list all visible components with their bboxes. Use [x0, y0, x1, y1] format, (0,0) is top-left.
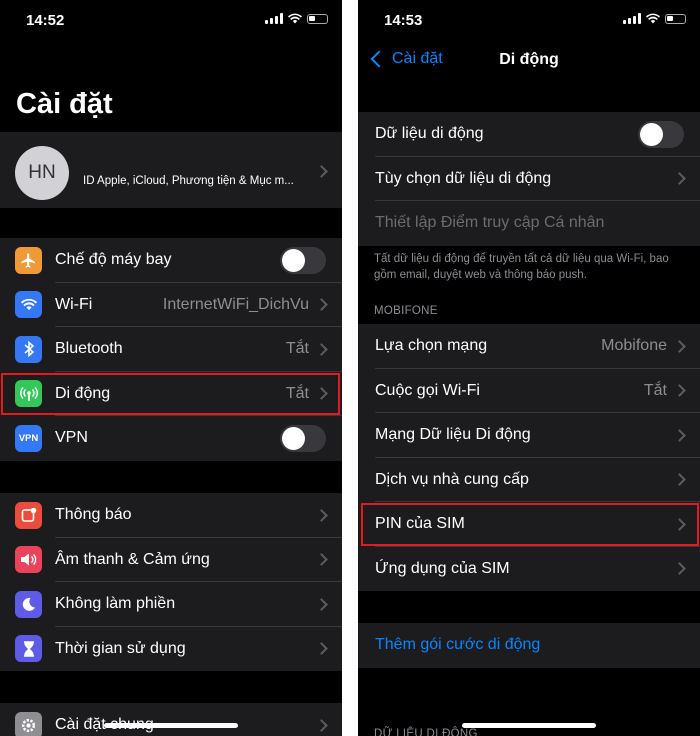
add-cellular-plan-link[interactable]: Thêm gói cước di động: [375, 636, 540, 654]
row-value: Mobifone: [601, 337, 667, 355]
settings-screen: 14:52 Cài đặt HN ID Apple, iCloud, Phươn…: [0, 0, 342, 736]
chevron-right-icon: [315, 553, 328, 567]
nav-title: Di động: [499, 51, 559, 68]
status-bar: 14:52: [0, 0, 342, 42]
vpn-icon: VPN: [15, 424, 42, 452]
row-label: Thông báo: [55, 506, 132, 524]
chevron-right-icon: [673, 384, 686, 398]
row-notifications[interactable]: Thông báo: [0, 493, 342, 538]
chevron-right-icon: [673, 428, 686, 442]
row-cellular-data[interactable]: Dữ liệu di động: [358, 112, 700, 157]
row-cellular-data-options[interactable]: Tùy chọn dữ liệu di động: [358, 157, 700, 201]
row-vpn[interactable]: VPN VPN: [0, 416, 342, 461]
add-plan-group: Thêm gói cước di động: [358, 623, 700, 668]
row-general[interactable]: Cài đặt chung: [0, 703, 342, 736]
profile-subtitle: ID Apple, iCloud, Phương tiện & Mục m...: [83, 175, 294, 187]
cellular-screen: 14:53 Cài đặt Di động Dữ liệu di động Tù…: [358, 0, 700, 736]
gear-icon: [15, 711, 42, 736]
row-label: Lựa chọn mạng: [375, 337, 488, 355]
row-sim-applications[interactable]: Ứng dụng của SIM: [358, 547, 700, 592]
chevron-right-icon: [315, 298, 328, 312]
row-value: Tắt: [285, 340, 309, 358]
highlight-box: [361, 503, 699, 546]
row-airplane-mode[interactable]: Chế độ máy bay: [0, 238, 342, 283]
speaker-icon: [15, 546, 42, 574]
wifi-icon: [15, 291, 42, 319]
row-label: Tùy chọn dữ liệu di động: [375, 169, 552, 187]
row-label: VPN: [55, 429, 88, 447]
row-label: Cuộc gọi Wi-Fi: [375, 381, 480, 399]
battery-icon: [665, 13, 686, 24]
bluetooth-icon: [15, 335, 42, 363]
chevron-right-icon: [673, 339, 686, 353]
signal-icon: [623, 13, 641, 24]
chevron-right-icon: [315, 718, 328, 732]
chevron-right-icon: [315, 642, 328, 656]
row-value: InternetWiFi_DichVu: [162, 295, 309, 313]
vpn-toggle[interactable]: [280, 424, 326, 452]
row-label: Dịch vụ nhà cung cấp: [375, 470, 529, 488]
page-title: Cài đặt: [16, 88, 113, 120]
chevron-right-icon: [315, 342, 328, 356]
airplane-toggle[interactable]: [280, 246, 326, 274]
row-do-not-disturb[interactable]: Không làm phiền: [0, 582, 342, 627]
cellular-footer-note: Tất dữ liệu di động để truyền tất cả dữ …: [374, 253, 669, 281]
moon-icon: [15, 590, 42, 618]
home-indicator: [462, 723, 596, 728]
row-label: Mạng Dữ liệu Di động: [375, 426, 531, 444]
row-value: Tắt: [643, 381, 667, 399]
chevron-right-icon: [673, 473, 686, 487]
status-time: 14:52: [26, 12, 65, 29]
row-label: Wi-Fi: [55, 295, 93, 313]
row-add-cellular-plan[interactable]: Thêm gói cước di động: [358, 623, 700, 668]
general-group: Cài đặt chung: [0, 703, 342, 736]
section-header: MOBIFONE: [374, 305, 438, 317]
chevron-right-icon: [315, 508, 328, 522]
row-label: Bluetooth: [55, 340, 123, 358]
row-label: Ứng dụng của SIM: [375, 559, 510, 577]
status-bar: 14:53: [358, 0, 700, 42]
home-indicator: [104, 723, 238, 728]
signal-icon: [265, 13, 283, 24]
row-label: Dữ liệu di động: [375, 125, 484, 143]
row-cellular-data-network[interactable]: Mạng Dữ liệu Di động: [358, 413, 700, 458]
row-personal-hotspot: Thiết lập Điểm truy cập Cá nhân: [358, 201, 700, 246]
status-time: 14:53: [384, 12, 423, 29]
wifi-status-icon: [288, 13, 302, 24]
cellular-data-toggle[interactable]: [638, 120, 684, 148]
chevron-right-icon: [315, 165, 328, 178]
profile-row[interactable]: HN ID Apple, iCloud, Phương tiện & Mục m…: [0, 132, 342, 208]
highlight-box: [1, 373, 340, 415]
row-sounds[interactable]: Âm thanh & Cảm ứng: [0, 538, 342, 582]
hourglass-icon: [15, 635, 42, 663]
row-label: Không làm phiền: [55, 595, 176, 613]
battery-icon: [307, 13, 328, 24]
row-label: Thời gian sử dụng: [55, 639, 186, 657]
row-label: Chế độ máy bay: [55, 251, 172, 269]
notification-icon: [15, 501, 42, 529]
section-header-cellular-data: DỮ LIỆU DI ĐỘNG: [374, 728, 478, 736]
chevron-right-icon: [315, 597, 328, 611]
row-wifi-calling[interactable]: Cuộc gọi Wi-Fi Tắt: [358, 369, 700, 413]
chevron-right-icon: [673, 562, 686, 576]
wifi-status-icon: [646, 13, 660, 24]
row-network-selection[interactable]: Lựa chọn mạng Mobifone: [358, 324, 700, 369]
row-screen-time[interactable]: Thời gian sử dụng: [0, 627, 342, 672]
airplane-icon: [15, 246, 42, 274]
avatar: HN: [15, 146, 69, 200]
row-bluetooth[interactable]: Bluetooth Tắt: [0, 327, 342, 372]
carrier-group: Lựa chọn mạng Mobifone Cuộc gọi Wi-Fi Tắ…: [358, 324, 700, 591]
navigation-bar: Cài đặt Di động: [358, 42, 700, 82]
row-label: Âm thanh & Cảm ứng: [55, 550, 210, 568]
notifications-group: Thông báo Âm thanh & Cảm ứng Không làm p…: [0, 493, 342, 671]
chevron-right-icon: [673, 172, 686, 186]
row-label: Thiết lập Điểm truy cập Cá nhân: [375, 214, 605, 232]
connectivity-group: Chế độ máy bay Wi-Fi InternetWiFi_DichVu…: [0, 238, 342, 461]
cellular-data-group: Dữ liệu di động Tùy chọn dữ liệu di động…: [358, 112, 700, 246]
row-carrier-services[interactable]: Dịch vụ nhà cung cấp: [358, 458, 700, 502]
row-wifi[interactable]: Wi-Fi InternetWiFi_DichVu: [0, 283, 342, 327]
